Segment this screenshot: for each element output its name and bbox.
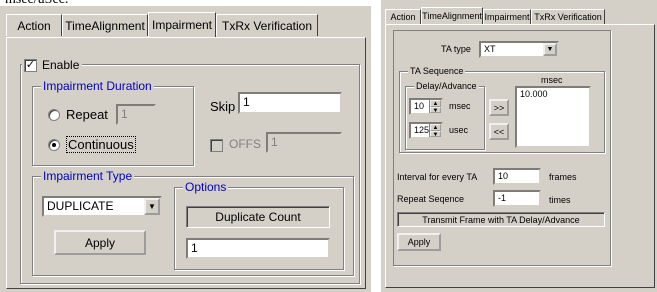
continuous-label: Continuous — [66, 136, 136, 153]
chevron-down-icon[interactable]: ▼ — [144, 198, 160, 215]
ta-type-value: XT — [484, 44, 496, 54]
impairment-type-select[interactable]: DUPLICATE ▼ — [42, 196, 162, 217]
repeat-radio[interactable] — [48, 109, 60, 121]
impairment-type-title: Impairment Type — [41, 169, 135, 183]
tab-label: Impairment — [151, 18, 213, 32]
offs-label: OFFS — [229, 137, 261, 151]
interval-unit: frames — [549, 172, 577, 182]
apply-button[interactable]: Apply — [397, 233, 441, 251]
msec-stepper[interactable]: 10 ▲ ▼ — [409, 98, 443, 115]
options-title: Options — [183, 180, 229, 194]
repeat-sequence-unit: times — [549, 195, 571, 205]
interval-label: Interval for every TA — [397, 172, 478, 182]
repeat-sequence-label: Repeat Seqence — [397, 194, 465, 204]
list-item[interactable]: 10.000 — [520, 89, 586, 99]
timealignment-panel: Action TimeAlignment Impairment TxRx Ver… — [381, 0, 657, 292]
tab-label: Impairment — [484, 12, 530, 22]
remove-from-list-button[interactable]: << — [489, 123, 509, 140]
duplicate-count-label: Duplicate Count — [215, 210, 301, 224]
usec-value: 125 — [414, 125, 430, 135]
tab-label: TxRx Verification — [534, 12, 602, 22]
offs-input[interactable]: 1 — [266, 132, 342, 153]
msec-label: msec — [449, 101, 471, 111]
ta-type-label: TA type — [441, 44, 471, 54]
repeat-label: Repeat — [66, 107, 108, 122]
list-header: msec — [541, 75, 563, 85]
duration-title: Impairment Duration — [41, 79, 154, 93]
add-to-list-button[interactable]: >> — [489, 99, 509, 116]
transmit-frame-label: Transmit Frame with TA Delay/Advance — [422, 214, 580, 225]
image-divider — [371, 0, 381, 292]
ta-sequence-title: TA Sequence — [408, 66, 466, 76]
tab-impairment[interactable]: Impairment — [148, 12, 216, 37]
tab-timealignment[interactable]: TimeAlignment — [62, 14, 148, 36]
impairment-type-value: DUPLICATE — [47, 199, 114, 213]
usec-label: usec — [449, 125, 469, 135]
spinner-icon[interactable]: ▲ ▼ — [429, 124, 441, 137]
msec-value: 10 — [414, 101, 425, 111]
ta-type-select[interactable]: XT ▼ — [479, 41, 559, 58]
duplicate-count-input[interactable]: 1 — [186, 238, 330, 259]
repeat-input[interactable]: 1 — [116, 104, 156, 125]
tab-txrx-verification[interactable]: TxRx Verification — [531, 9, 605, 24]
delay-advance-title: Delay/Advance — [414, 81, 479, 91]
tab-action[interactable]: Action — [6, 14, 62, 36]
tab-label: Action — [390, 12, 416, 22]
transmit-frame-label-box: Transmit Frame with TA Delay/Advance — [397, 212, 605, 227]
apply-button[interactable]: Apply — [54, 230, 146, 255]
tab-strip: Action TimeAlignment Impairment TxRx Ver… — [385, 7, 655, 25]
usec-stepper[interactable]: 125 ▲ ▼ — [409, 122, 443, 139]
tab-txrx-verification[interactable]: TxRx Verification — [216, 14, 318, 36]
enable-label: Enable — [42, 58, 80, 72]
duplicate-count-label-box: Duplicate Count — [186, 206, 330, 228]
chevron-down-icon[interactable]: ▼ — [543, 43, 557, 56]
tab-label: TimeAlignment — [65, 18, 145, 33]
skip-label: Skip — [210, 99, 236, 114]
tab-timealignment[interactable]: TimeAlignment — [421, 7, 483, 24]
duration-group: Impairment Duration — [32, 79, 194, 166]
enable-checkbox[interactable]: ✓ Enable — [22, 58, 82, 74]
skip-input[interactable]: 1 — [238, 92, 342, 114]
tab-label: TxRx Verification — [221, 18, 313, 33]
impairment-panel: Action TimeAlignment Impairment TxRx Ver… — [0, 6, 371, 292]
tab-strip: Action TimeAlignment Impairment TxRx Ver… — [6, 12, 366, 38]
delay-advance-group: Delay/Advance — [405, 81, 485, 150]
offs-checkbox[interactable] — [210, 139, 223, 152]
tab-label: Action — [17, 18, 51, 33]
tab-action[interactable]: Action — [385, 9, 421, 24]
tab-label: TimeAlignment — [422, 11, 482, 21]
tab-impairment[interactable]: Impairment — [483, 9, 531, 24]
spinner-icon[interactable]: ▲ ▼ — [429, 100, 441, 113]
ta-sequence-list[interactable]: 10.000 — [515, 86, 591, 148]
continuous-radio[interactable] — [48, 139, 60, 151]
repeat-sequence-input[interactable]: -1 — [493, 190, 541, 207]
check-icon: ✓ — [24, 59, 37, 72]
interval-input[interactable]: 10 — [493, 168, 541, 185]
